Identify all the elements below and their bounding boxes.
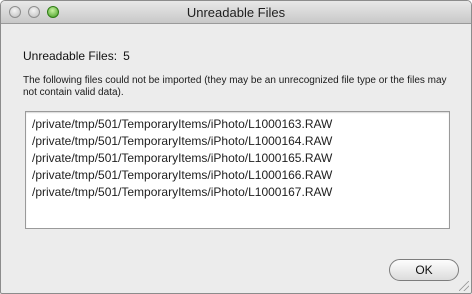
window-title: Unreadable Files — [186, 5, 286, 20]
unreadable-files-list[interactable]: /private/tmp/501/TemporaryItems/iPhoto/L… — [25, 111, 450, 229]
unreadable-files-dialog: Unreadable Files Unreadable Files: 5 The … — [0, 0, 472, 294]
dialog-description: The following files could not be importe… — [23, 75, 447, 98]
title-bar: Unreadable Files — [1, 1, 471, 24]
file-list-item[interactable]: /private/tmp/501/TemporaryItems/iPhoto/L… — [32, 184, 449, 201]
ok-button[interactable]: OK — [389, 259, 459, 281]
file-list-item[interactable]: /private/tmp/501/TemporaryItems/iPhoto/L… — [32, 133, 449, 150]
file-list-item[interactable]: /private/tmp/501/TemporaryItems/iPhoto/L… — [32, 167, 449, 184]
resize-grip-icon[interactable] — [459, 281, 469, 291]
file-list-item[interactable]: /private/tmp/501/TemporaryItems/iPhoto/L… — [32, 116, 449, 133]
heading-label: Unreadable Files: — [23, 49, 118, 63]
unreadable-file-count: 5 — [123, 49, 130, 63]
unreadable-files-heading: Unreadable Files: 5 — [23, 49, 130, 63]
file-list-item[interactable]: /private/tmp/501/TemporaryItems/iPhoto/L… — [32, 150, 449, 167]
